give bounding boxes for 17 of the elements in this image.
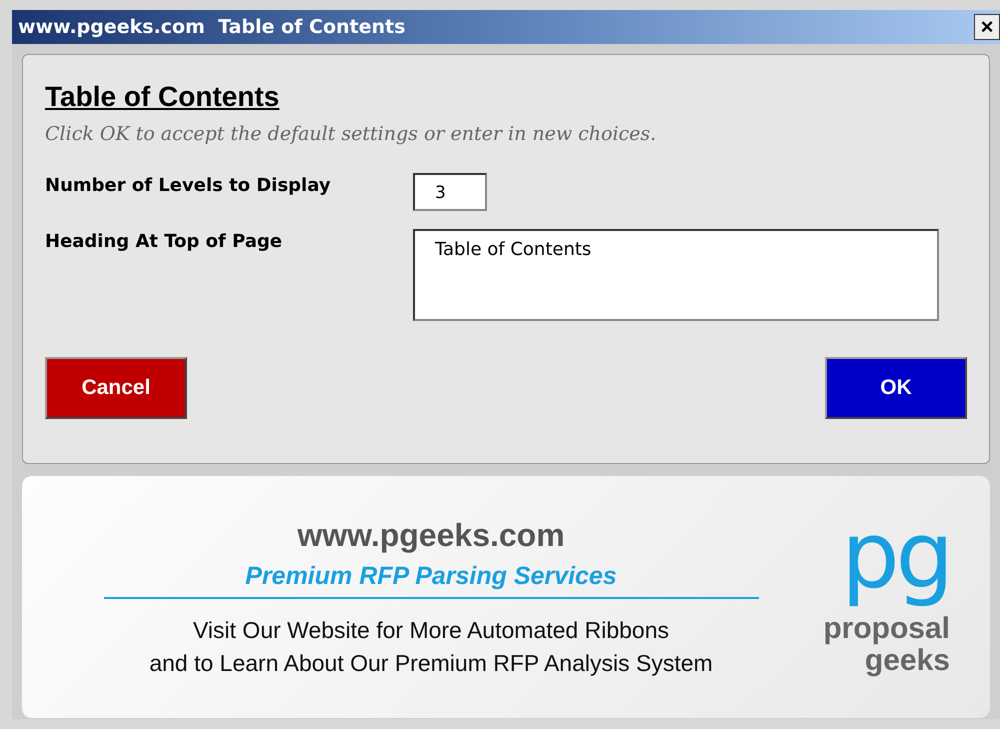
website-link[interactable]: www.pgeeks.com	[297, 517, 565, 554]
field-label: Heading At Top of Page	[45, 230, 284, 254]
banner-text: Visit Our Website for More Automated Ribbons	[193, 617, 669, 644]
banner-text: and to Learn About Our Premium RFP Analysis System	[149, 650, 713, 677]
logo-word: proposal	[823, 612, 950, 644]
field-label: Number of Levels to Display	[45, 174, 332, 198]
cancel-button[interactable]: Cancel	[45, 357, 187, 419]
ok-button[interactable]: OK	[825, 357, 967, 419]
window-title: www.pgeeks.com Table of Contents	[17, 16, 406, 38]
tagline: Premium RFP Parsing Services	[245, 562, 617, 591]
instruction-text: Click OK to accept the default settings or enter in new choices.	[45, 123, 658, 145]
close-button[interactable]: ×	[974, 14, 1000, 40]
text-area[interactable]: Table of Contents	[413, 229, 939, 321]
input-field[interactable]: 3	[413, 173, 487, 211]
form-heading: Table of Contents	[45, 81, 280, 113]
logo-mark: pg	[841, 500, 950, 610]
logo-word: geeks	[864, 644, 950, 676]
